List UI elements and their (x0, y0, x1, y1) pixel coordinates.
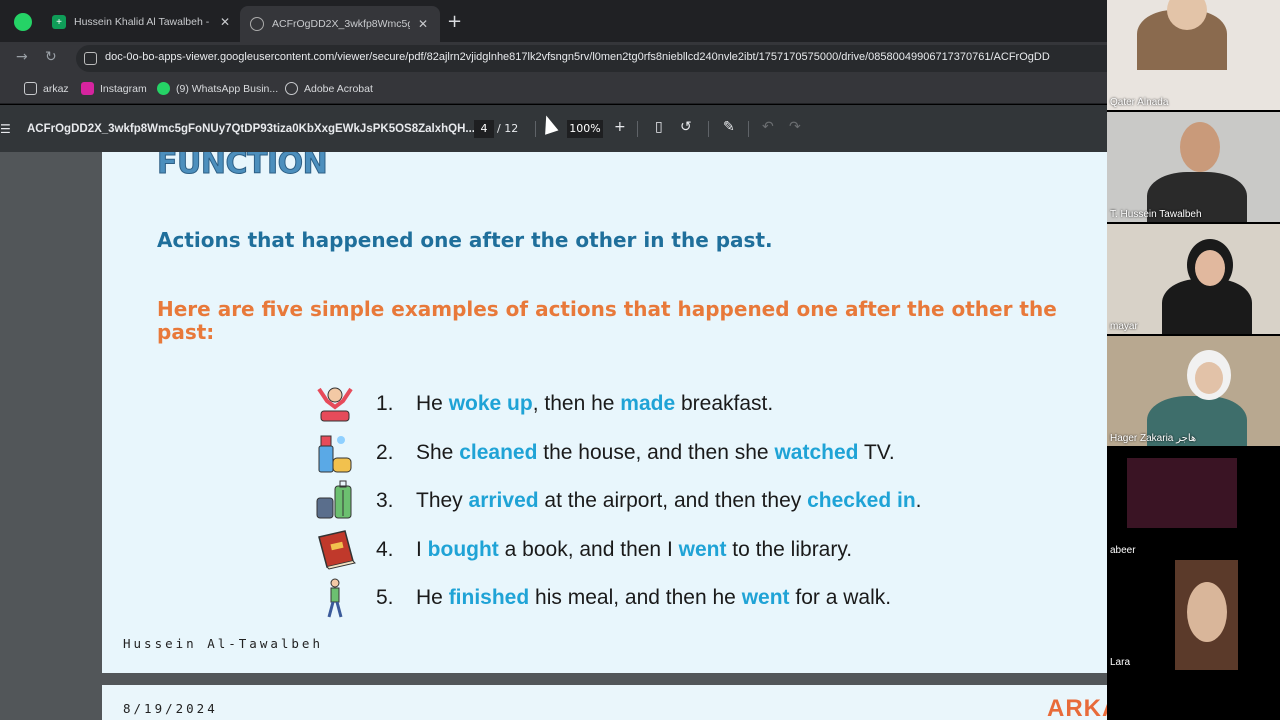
zoom-input[interactable]: 100% (567, 120, 603, 138)
cleaning-supplies-icon (312, 433, 358, 473)
participant-tile[interactable]: abeer (1107, 448, 1280, 558)
close-icon[interactable]: ✕ (220, 15, 230, 29)
participant-panel: Qater Alnada T. Hussein Tawalbeh mayar H… (1107, 0, 1280, 720)
url-bar[interactable]: doc-0o-bo-apps-viewer.googleusercontent.… (76, 45, 1107, 72)
divider (708, 121, 709, 137)
slide-heading: FUNCTION (156, 152, 328, 182)
pdf-page: FUNCTION Actions that happened one after… (102, 152, 1107, 673)
participant-tile[interactable]: T. Hussein Tawalbeh (1107, 112, 1280, 222)
pdf-title: ACFrOgDD2X_3wkfp8Wmc5gFoNUy7QtDP93tiza0K… (27, 123, 475, 135)
divider (748, 121, 749, 137)
new-tab-icon[interactable]: + (447, 11, 462, 32)
redo-icon[interactable]: ↷ (789, 119, 801, 135)
bookmark-acrobat[interactable]: Adobe Acrobat (285, 82, 373, 95)
waking-person-icon (312, 384, 358, 424)
rotate-icon[interactable]: ↺ (680, 119, 692, 135)
annotate-icon[interactable]: ✎ (723, 119, 735, 135)
divider (535, 121, 536, 137)
page-total: / 12 (497, 122, 519, 135)
address-toolbar: → ↻ doc-0o-bo-apps-viewer.googleusercont… (0, 42, 1107, 74)
site-info-icon[interactable] (84, 52, 97, 65)
participant-face (1195, 250, 1225, 286)
tab-sheets[interactable]: + Hussein Khalid Al Tawalbeh - G ✕ (52, 8, 230, 36)
bookmark-instagram[interactable]: Instagram (81, 82, 147, 95)
example-row: 2. She cleaned the house, and then she w… (312, 431, 895, 475)
slide-subtitle: Actions that happened one after the othe… (157, 228, 773, 252)
example-row: 1. He woke up, then he made breakfast. (312, 382, 773, 426)
globe-icon (250, 17, 264, 31)
participant-tile[interactable]: Lara (1107, 560, 1280, 670)
pdf-viewport[interactable]: FUNCTION Actions that happened one after… (0, 152, 1168, 720)
slide-date: 8/19/2024 (123, 701, 218, 716)
acrobat-icon (285, 82, 298, 95)
example-row: 4. I bought a book, and then I went to t… (312, 528, 852, 572)
menu-icon[interactable]: ☰ (0, 122, 11, 136)
tab-bar: + Hussein Khalid Al Tawalbeh - G ✕ ACFrO… (0, 0, 1107, 42)
screen: { "browser": { "tabs": [ {"label": "Huss… (0, 0, 1280, 720)
participant-face (1195, 362, 1223, 394)
participant-tile[interactable]: Qater Alnada (1107, 0, 1280, 110)
sheets-icon: + (52, 15, 66, 29)
pdf-next-page: 8/19/2024 ARKAZ (102, 685, 1168, 720)
bookmark-whatsapp[interactable]: (9) WhatsApp Busin... (157, 82, 278, 95)
page-number-input[interactable]: 4 (474, 120, 494, 138)
example-text: I bought a book, and then I went to the … (416, 538, 853, 561)
example-text: She cleaned the house, and then she watc… (416, 441, 895, 464)
fit-page-icon[interactable]: ▯ (655, 119, 663, 135)
whatsapp-pinned-tab-icon[interactable] (14, 13, 32, 31)
example-text: They arrived at the airport, and then th… (416, 489, 922, 512)
zoom-in-icon[interactable]: + (614, 119, 626, 135)
whatsapp-icon (157, 82, 170, 95)
participant-video (1127, 458, 1237, 528)
bookmark-arkaz[interactable]: arkaz (24, 82, 69, 95)
participant-face (1187, 582, 1227, 642)
instagram-icon (81, 82, 94, 95)
bookmarks-bar: arkaz Instagram (9) WhatsApp Busin... Ad… (0, 74, 1107, 104)
url-text: doc-0o-bo-apps-viewer.googleusercontent.… (105, 51, 1050, 63)
luggage-icon (312, 480, 358, 521)
folder-icon (24, 82, 37, 95)
walking-person-icon (312, 578, 358, 618)
example-text: He finished his meal, and then he went f… (416, 586, 892, 609)
slide-author: Hussein Al-Tawalbeh (123, 636, 323, 651)
divider (637, 121, 638, 137)
participant-tile[interactable]: Hager Zakaria هاجر (1107, 336, 1280, 446)
close-icon[interactable]: ✕ (418, 17, 428, 31)
example-row: 3. They arrived at the airport, and then… (312, 479, 922, 523)
tab-pdf[interactable]: ACFrOgDD2X_3wkfp8Wmc5gF ✕ (240, 6, 440, 42)
participant-tile[interactable]: mayar (1107, 224, 1280, 334)
book-icon (312, 530, 358, 570)
forward-icon[interactable]: → (16, 49, 28, 65)
example-row: 5. He finished his meal, and then he wen… (312, 576, 891, 620)
slide-intro: Here are five simple examples of actions… (157, 297, 1057, 344)
participant-face (1180, 122, 1220, 172)
example-text: He woke up, then he made breakfast. (416, 392, 774, 415)
reload-icon[interactable]: ↻ (45, 49, 57, 65)
undo-icon[interactable]: ↶ (762, 119, 774, 135)
